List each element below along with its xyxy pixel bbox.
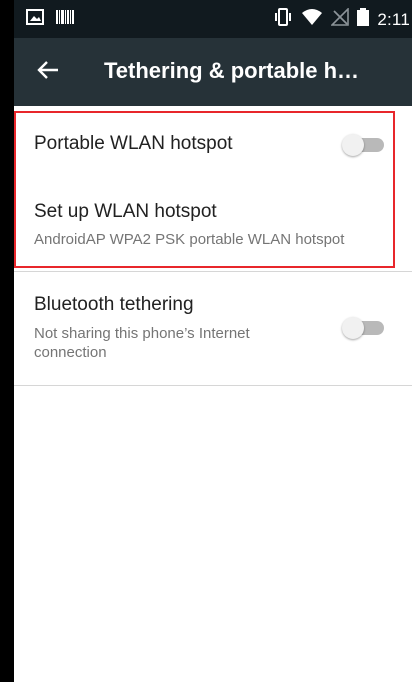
bluetooth-tethering-switch[interactable] [342,316,386,340]
left-bezel [0,0,14,682]
screen: 2:11 Tethering & portable h… Portable WL… [14,0,412,682]
barcode-notification-icon [56,10,74,29]
no-signal-icon [330,7,350,31]
list-end-divider [14,385,412,386]
device-frame: 2:11 Tethering & portable h… Portable WL… [0,0,412,682]
back-button[interactable] [28,52,68,92]
arrow-back-icon [37,60,59,85]
bluetooth-tethering-title: Bluetooth tethering [34,294,194,315]
system-icons: 2:11 [273,7,410,31]
battery-icon [357,8,370,31]
page-title: Tethering & portable h… [104,58,360,83]
notification-icons [26,9,74,30]
setup-hotspot-summary: AndroidAP WPA2 PSK portable WLAN hotspot [34,231,345,248]
app-bar: Tethering & portable h… [14,38,412,106]
setup-hotspot-title: Set up WLAN hotspot [34,201,217,222]
switch-thumb [342,317,364,339]
portable-hotspot-switch[interactable] [342,133,386,157]
status-bar: 2:11 [14,0,412,38]
portable-hotspot-title: Portable WLAN hotspot [34,133,233,154]
vibrate-icon [273,8,293,31]
status-time: 2:11 [377,9,410,29]
setup-hotspot-row[interactable]: Set up WLAN hotspot AndroidAP WPA2 PSK p… [14,182,412,270]
switch-thumb [342,134,364,156]
image-notification-icon [26,9,44,30]
wifi-icon [301,8,323,31]
bluetooth-summary-line-1: Not sharing this phone’s Internet [34,325,250,342]
portable-hotspot-row[interactable]: Portable WLAN hotspot [14,107,412,182]
bluetooth-tethering-row[interactable]: Bluetooth tethering Not sharing this pho… [14,272,412,384]
bluetooth-summary-line-2: connection [34,344,107,361]
bluetooth-tethering-summary: Not sharing this phone’s Internet connec… [34,324,250,362]
